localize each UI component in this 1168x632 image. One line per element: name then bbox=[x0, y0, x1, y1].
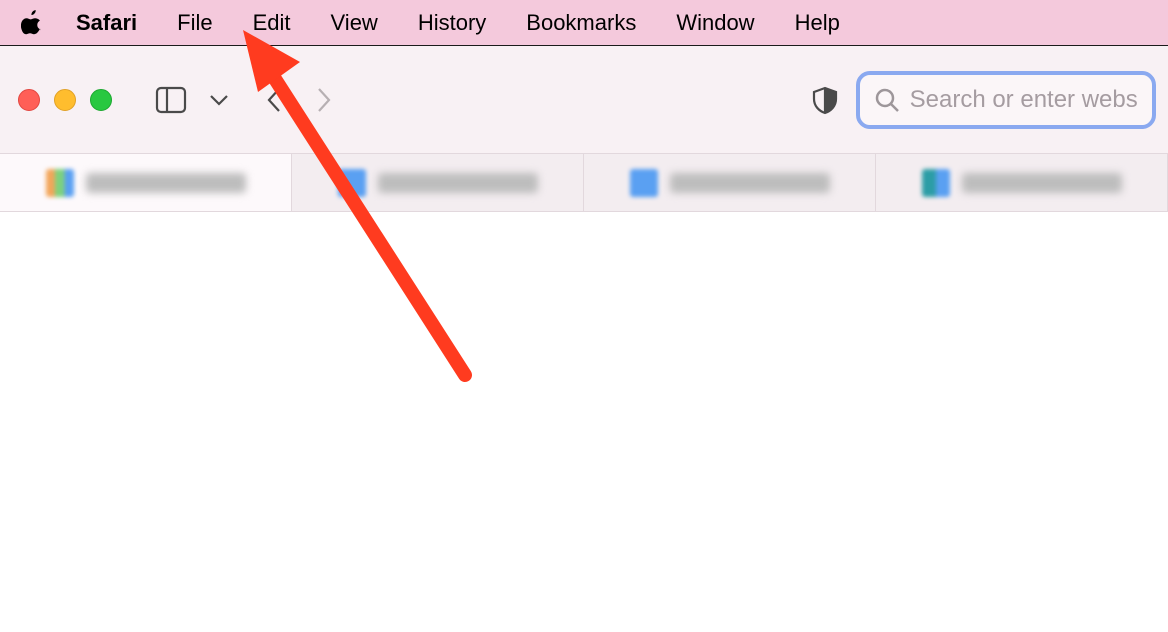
favicon-icon bbox=[922, 169, 950, 197]
fullscreen-window-button[interactable] bbox=[90, 89, 112, 111]
browser-tab[interactable] bbox=[292, 154, 584, 211]
favicon-icon bbox=[46, 169, 74, 197]
back-button-icon[interactable] bbox=[258, 78, 292, 122]
tab-title bbox=[378, 173, 538, 193]
forward-button-icon[interactable] bbox=[306, 78, 340, 122]
menu-item-bookmarks[interactable]: Bookmarks bbox=[506, 10, 656, 36]
search-icon bbox=[874, 87, 900, 113]
address-bar[interactable] bbox=[856, 71, 1156, 129]
tab-title bbox=[962, 173, 1122, 193]
safari-toolbar bbox=[0, 46, 1168, 154]
window-controls bbox=[18, 89, 112, 111]
tab-title bbox=[670, 173, 830, 193]
close-window-button[interactable] bbox=[18, 89, 40, 111]
menu-item-edit[interactable]: Edit bbox=[233, 10, 311, 36]
browser-tab[interactable] bbox=[876, 154, 1168, 211]
minimize-window-button[interactable] bbox=[54, 89, 76, 111]
sidebar-toggle-icon[interactable] bbox=[154, 78, 188, 122]
menu-item-history[interactable]: History bbox=[398, 10, 506, 36]
menu-item-file[interactable]: File bbox=[157, 10, 232, 36]
macos-menu-bar: Safari File Edit View History Bookmarks … bbox=[0, 0, 1168, 46]
tab-title bbox=[86, 173, 246, 193]
apple-logo-icon[interactable] bbox=[20, 10, 46, 36]
browser-tab[interactable] bbox=[0, 154, 292, 211]
menu-item-window[interactable]: Window bbox=[656, 10, 774, 36]
menu-item-view[interactable]: View bbox=[311, 10, 398, 36]
tab-strip bbox=[0, 154, 1168, 212]
tab-overview-chevron-icon[interactable] bbox=[202, 78, 236, 122]
browser-tab[interactable] bbox=[584, 154, 876, 211]
safari-window bbox=[0, 46, 1168, 632]
favicon-icon bbox=[630, 169, 658, 197]
app-name[interactable]: Safari bbox=[76, 10, 157, 36]
menu-item-help[interactable]: Help bbox=[775, 10, 860, 36]
favicon-icon bbox=[338, 169, 366, 197]
page-content-area bbox=[0, 212, 1168, 632]
url-search-input[interactable] bbox=[910, 86, 1138, 114]
privacy-shield-icon[interactable] bbox=[808, 78, 842, 122]
